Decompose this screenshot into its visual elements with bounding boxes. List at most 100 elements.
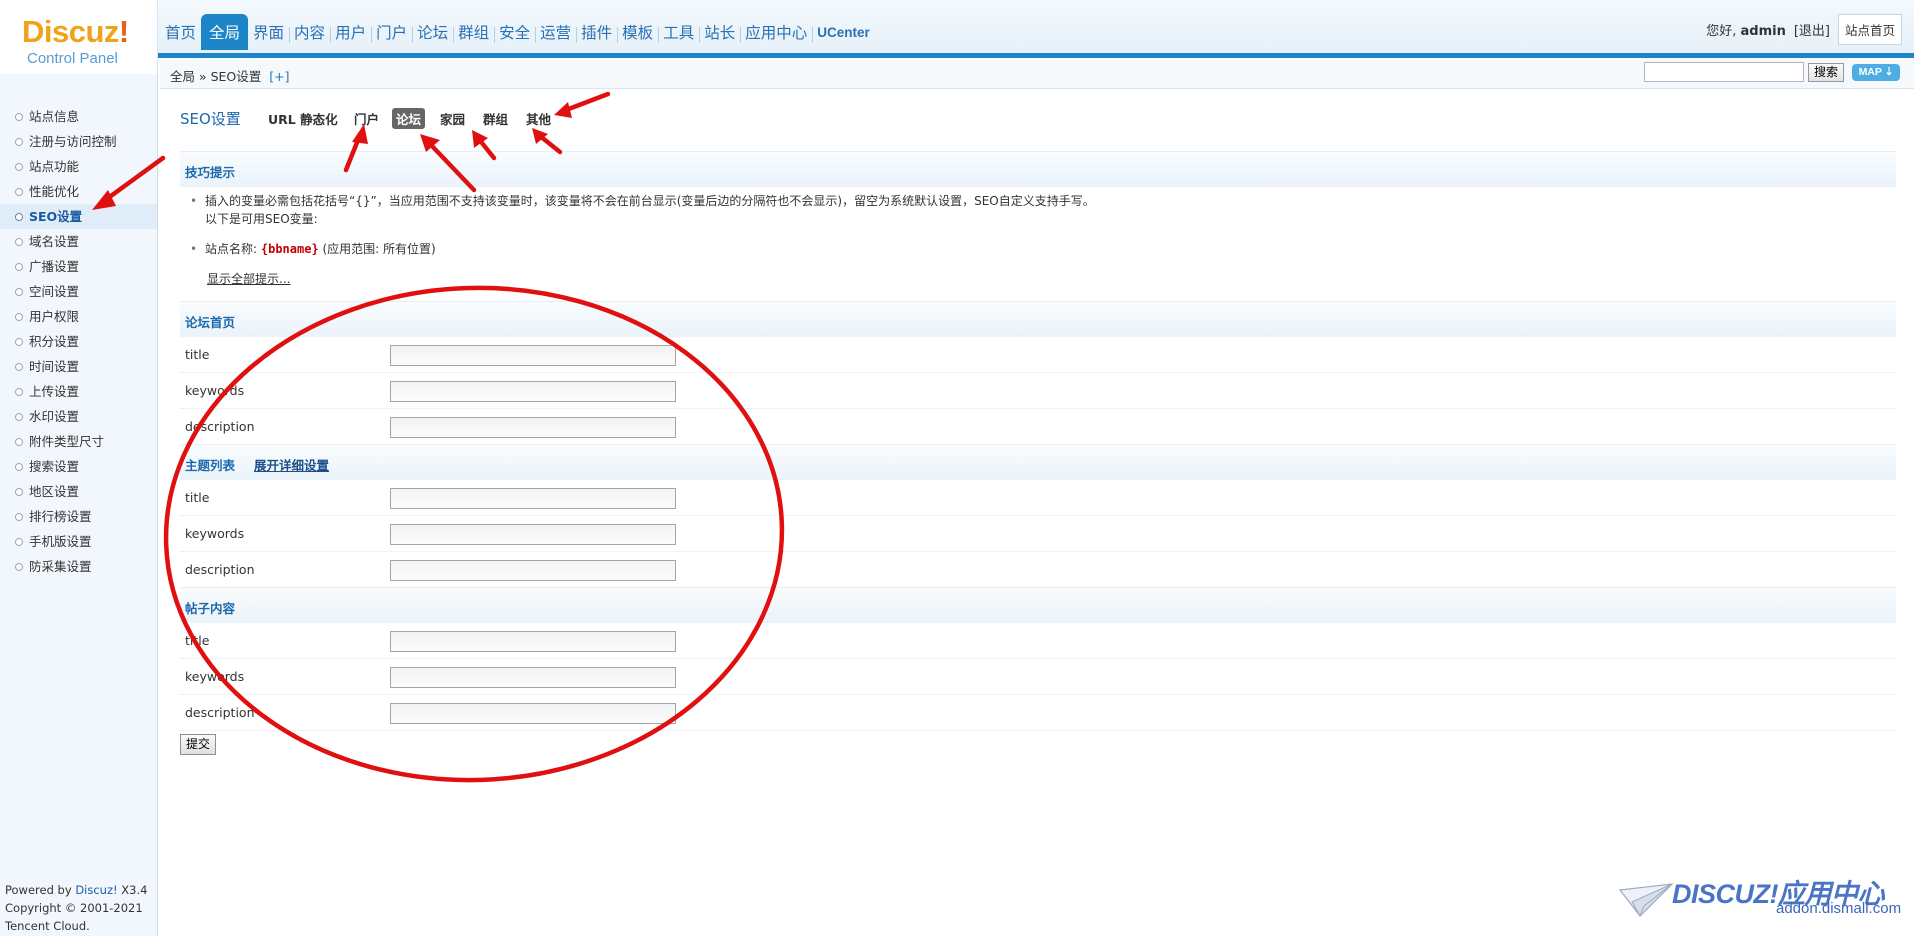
nav-ucenter[interactable]: UCenter [812, 14, 875, 50]
site-home-button[interactable]: 站点首页 [1837, 14, 1902, 45]
tip-item: • 插入的变量必需包括花括号“{}”，当应用范围不支持该变量时，该变量将不会在前… [190, 194, 1095, 226]
nav-groups[interactable]: 群组 [453, 14, 494, 50]
sidebar-item-registration[interactable]: 注册与访问控制 [0, 129, 157, 154]
forum-index-title-input[interactable] [390, 345, 676, 366]
thread-list-description-input[interactable] [390, 560, 676, 581]
sidebar-item-performance[interactable]: 性能优化 [0, 179, 157, 204]
main-nav: 首页 全局 界面 内容 用户 门户 论坛 群组 安全 运营 插件 模板 工具 站… [160, 14, 875, 50]
sidebar-item-site-info[interactable]: 站点信息 [0, 104, 157, 129]
tab-forum[interactable]: 论坛 [392, 108, 426, 129]
sidebar-footer: Powered by Discuz! X3.4 Copyright © 2001… [5, 881, 147, 935]
add-shortcut-link[interactable]: [+] [269, 69, 289, 84]
logo[interactable]: Discuz! Control Panel [0, 0, 158, 74]
nav-users[interactable]: 用户 [330, 14, 371, 50]
page-title: SEO设置 [180, 110, 241, 128]
nav-interface[interactable]: 界面 [248, 14, 289, 50]
sidebar-item-time[interactable]: 时间设置 [0, 354, 157, 379]
sidebar-item-broadcast[interactable]: 广播设置 [0, 254, 157, 279]
user-greeting: 您好, admin [1706, 24, 1786, 39]
sidebar-item-site-features[interactable]: 站点功能 [0, 154, 157, 179]
tips-header: 技巧提示 [180, 151, 1896, 187]
field-label: title [185, 490, 210, 505]
variable-bbname: {bbname} [260, 242, 319, 256]
sidebar: 站点信息 注册与访问控制 站点功能 性能优化 SEO设置 域名设置 广播设置 空… [0, 74, 158, 936]
field-row: title [180, 480, 1896, 516]
nav-content[interactable]: 内容 [289, 14, 330, 50]
username: admin [1740, 24, 1786, 39]
field-label: keywords [185, 383, 245, 398]
nav-security[interactable]: 安全 [494, 14, 535, 50]
logo-subtitle: Control Panel [27, 50, 118, 67]
sidebar-item-domains[interactable]: 域名设置 [0, 229, 157, 254]
nav-global[interactable]: 全局 [201, 14, 249, 50]
user-bar: 您好, admin [退出] 站点首页 [1706, 14, 1902, 45]
sidebar-item-mobile[interactable]: 手机版设置 [0, 529, 157, 554]
sidebar-item-space[interactable]: 空间设置 [0, 279, 157, 304]
field-label: keywords [185, 669, 245, 684]
sidebar-item-credits[interactable]: 积分设置 [0, 329, 157, 354]
tab-home[interactable]: 家园 [436, 108, 469, 129]
nav-webmaster[interactable]: 站长 [699, 14, 740, 50]
field-label: description [185, 562, 255, 577]
nav-forum[interactable]: 论坛 [412, 14, 453, 50]
post-content-description-input[interactable] [390, 703, 676, 724]
tips-title: 技巧提示 [185, 165, 236, 180]
sidebar-item-anti-scrape[interactable]: 防采集设置 [0, 554, 157, 579]
show-all-tips-link[interactable]: 显示全部提示... [207, 270, 290, 287]
expand-details-link[interactable]: 展开详细设置 [254, 455, 329, 474]
sidebar-item-upload[interactable]: 上传设置 [0, 379, 157, 404]
sidebar-item-search[interactable]: 搜索设置 [0, 454, 157, 479]
nav-tools[interactable]: 工具 [658, 14, 699, 50]
nav-operations[interactable]: 运营 [535, 14, 576, 50]
search-input[interactable] [1644, 62, 1804, 82]
top-header: 首页 全局 界面 内容 用户 门户 论坛 群组 安全 运营 插件 模板 工具 站… [0, 0, 1914, 58]
copyright: Copyright © 2001-2021 [5, 901, 143, 915]
field-row: keywords [180, 516, 1896, 552]
tab-url-static[interactable]: URL 静态化 [264, 108, 342, 129]
thread-list-keywords-input[interactable] [390, 524, 676, 545]
nav-home[interactable]: 首页 [160, 14, 201, 50]
powered-by: Powered by Discuz! X3.4 [5, 883, 148, 897]
nav-portal[interactable]: 门户 [371, 14, 412, 50]
nav-plugins[interactable]: 插件 [576, 14, 617, 50]
section-title: 帖子内容 [185, 601, 236, 616]
tab-other[interactable]: 其他 [522, 108, 555, 129]
sidebar-item-watermark[interactable]: 水印设置 [0, 404, 157, 429]
forum-index-keywords-input[interactable] [390, 381, 676, 402]
field-label: description [185, 419, 255, 434]
sidebar-item-regions[interactable]: 地区设置 [0, 479, 157, 504]
discuz-link[interactable]: Discuz! [75, 883, 117, 897]
field-label: keywords [185, 526, 245, 541]
post-content-keywords-input[interactable] [390, 667, 676, 688]
submit-button[interactable]: 提交 [180, 734, 216, 755]
section-header-thread-list: 主题列表 展开详细设置 [180, 444, 1896, 480]
field-row: keywords [180, 373, 1896, 409]
field-label: title [185, 347, 210, 362]
main-content: SEO设置 URL 静态化 门户 论坛 家园 群组 其他 技巧提示 • 插入的变… [180, 89, 1896, 755]
field-row: description [180, 695, 1896, 731]
section-header-post-content: 帖子内容 [180, 587, 1896, 623]
breadcrumb-path[interactable]: 全局 » SEO设置 [170, 69, 261, 84]
sidebar-menu: 站点信息 注册与访问控制 站点功能 性能优化 SEO设置 域名设置 广播设置 空… [0, 104, 157, 579]
forum-index-description-input[interactable] [390, 417, 676, 438]
sidebar-item-user-permissions[interactable]: 用户权限 [0, 304, 157, 329]
field-row: title [180, 337, 1896, 373]
sidebar-item-attachment-types[interactable]: 附件类型尺寸 [0, 429, 157, 454]
sidebar-item-seo[interactable]: SEO设置 [0, 204, 157, 229]
sidebar-item-rankings[interactable]: 排行榜设置 [0, 504, 157, 529]
nav-templates[interactable]: 模板 [617, 14, 658, 50]
company: Tencent Cloud. [5, 919, 90, 933]
nav-app-center[interactable]: 应用中心 [740, 14, 812, 50]
field-row: keywords [180, 659, 1896, 695]
search-button[interactable]: 搜索 [1808, 63, 1844, 82]
post-content-title-input[interactable] [390, 631, 676, 652]
field-row: description [180, 552, 1896, 588]
map-button[interactable]: MAP ⇣ [1852, 64, 1900, 81]
tab-portal[interactable]: 门户 [350, 108, 383, 129]
logout-link[interactable]: [退出] [1794, 20, 1830, 39]
field-label: description [185, 705, 255, 720]
tab-groups[interactable]: 群组 [479, 108, 512, 129]
thread-list-title-input[interactable] [390, 488, 676, 509]
seo-tabs: SEO设置 URL 静态化 门户 论坛 家园 群组 其他 [180, 89, 1896, 145]
field-row: description [180, 409, 1896, 445]
